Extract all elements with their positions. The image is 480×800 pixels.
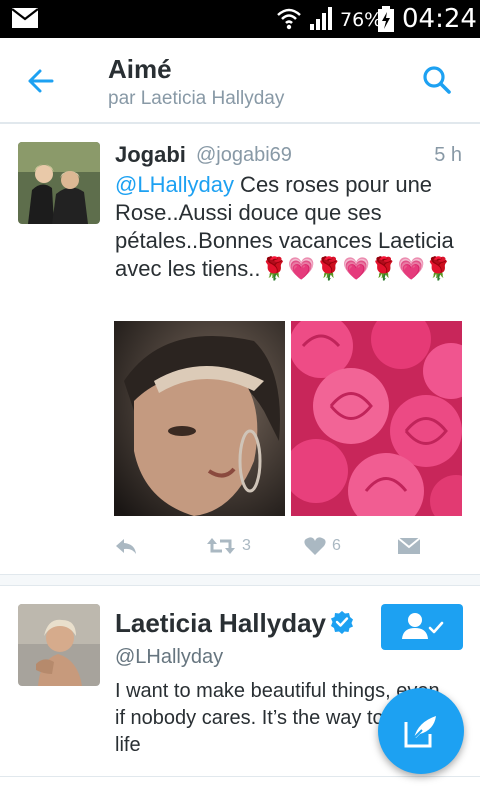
direct-message-icon xyxy=(398,537,420,554)
compose-tweet-button[interactable] xyxy=(378,688,464,774)
reply-button[interactable] xyxy=(114,532,138,560)
search-icon[interactable] xyxy=(418,62,458,100)
section-divider xyxy=(0,574,480,586)
tweet-photo-roses[interactable] xyxy=(291,321,462,516)
retweet-icon xyxy=(207,538,235,554)
tweet-timestamp: 5 h xyxy=(434,144,462,166)
status-bar: 76% 04:24 xyxy=(0,0,480,38)
tweet-text: @LHallyday Ces roses pour une Rose..Auss… xyxy=(115,171,467,283)
tweet-photo-portrait[interactable] xyxy=(114,321,285,516)
heart-icon xyxy=(304,537,326,555)
tweet-author-handle[interactable]: @jogabi69 xyxy=(196,144,292,167)
page-subtitle: par Laeticia Hallyday xyxy=(108,88,285,109)
verified-icon xyxy=(331,611,353,634)
follow-user-icon xyxy=(402,613,444,639)
tweet-card[interactable]: Jogabi @jogabi69 5 h @LHallyday Ces rose… xyxy=(0,126,480,574)
tweet-author-name[interactable]: Jogabi xyxy=(115,142,186,168)
page-title: Aimé xyxy=(108,54,172,84)
app-header: Aimé par Laeticia Hallyday xyxy=(0,38,480,124)
retweet-count: 3 xyxy=(242,537,251,554)
wifi-icon xyxy=(277,8,301,30)
tweet-mention-link[interactable]: @LHallyday xyxy=(115,172,234,197)
battery-charging-icon xyxy=(378,6,394,32)
user-handle[interactable]: @LHallyday xyxy=(115,646,223,669)
like-count: 6 xyxy=(332,537,341,554)
mail-icon xyxy=(12,8,38,28)
tweet-emoji: 🌹💗🌹💗🌹💗🌹 xyxy=(260,256,453,281)
back-arrow-icon[interactable] xyxy=(22,64,62,98)
divider xyxy=(0,776,480,777)
signal-icon xyxy=(310,7,332,30)
retweet-button[interactable]: 3 xyxy=(206,532,251,560)
user-name[interactable]: Laeticia Hallyday xyxy=(115,608,326,639)
battery-percent: 76% xyxy=(340,9,383,31)
like-button[interactable]: 6 xyxy=(304,532,341,560)
user-avatar[interactable] xyxy=(18,604,100,686)
direct-message-button[interactable] xyxy=(398,532,420,560)
follow-button[interactable] xyxy=(381,604,463,650)
compose-tweet-icon xyxy=(404,716,436,748)
clock: 04:24 xyxy=(402,4,477,34)
tweet-actions: 3 6 xyxy=(114,532,464,560)
tweet-author-avatar[interactable] xyxy=(18,142,100,224)
reply-icon xyxy=(116,539,136,554)
